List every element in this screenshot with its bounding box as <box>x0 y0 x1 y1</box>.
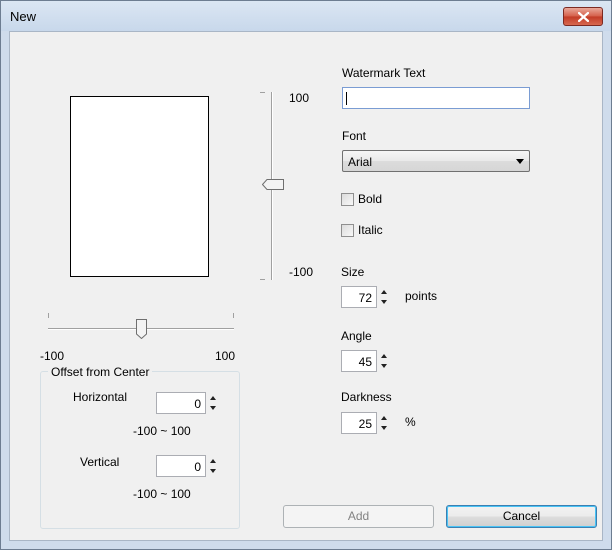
horizontal-slider-max-label: 100 <box>215 349 236 363</box>
spin-down-icon[interactable] <box>381 300 387 304</box>
spin-up-icon[interactable] <box>381 416 387 420</box>
spin-up-icon[interactable] <box>381 290 387 294</box>
size-spinner[interactable] <box>379 286 391 308</box>
italic-label[interactable]: Italic <box>358 223 383 237</box>
horizontal-slider-thumb[interactable] <box>136 319 147 339</box>
horizontal-offset-value: 0 <box>194 397 201 411</box>
horizontal-offset-spinner[interactable] <box>208 392 220 414</box>
horizontal-slider-left-tick <box>48 313 49 318</box>
text-caret <box>346 92 347 105</box>
dialog-window: New 100 -100 -100 100 Offset from Center <box>0 0 612 550</box>
size-input[interactable]: 72 <box>341 286 377 308</box>
bold-label[interactable]: Bold <box>358 192 382 206</box>
watermark-text-label: Watermark Text <box>342 66 426 80</box>
size-unit: points <box>405 289 438 303</box>
italic-checkbox[interactable] <box>341 224 354 237</box>
vertical-slider-top-tick <box>260 92 265 93</box>
font-select-value: Arial <box>348 155 373 169</box>
vertical-slider-min-label: -100 <box>289 265 314 279</box>
offset-group-title: Offset from Center <box>48 365 153 379</box>
title-bar[interactable]: New <box>1 1 611 31</box>
font-select[interactable]: Arial <box>342 150 530 172</box>
angle-label: Angle <box>341 329 372 343</box>
spin-up-icon[interactable] <box>210 396 216 400</box>
horizontal-slider-min-label: -100 <box>40 349 65 363</box>
horizontal-offset-range: -100 ~ 100 <box>133 424 191 438</box>
horizontal-slider-right-tick <box>233 313 234 318</box>
angle-input[interactable]: 45 <box>341 350 377 372</box>
vertical-slider-bottom-tick <box>260 279 265 280</box>
dialog-body: 100 -100 -100 100 Offset from Center Hor… <box>9 31 603 541</box>
vertical-offset-value: 0 <box>194 460 201 474</box>
chevron-down-icon <box>516 159 524 164</box>
darkness-label: Darkness <box>341 390 392 404</box>
spin-up-icon[interactable] <box>210 459 216 463</box>
vertical-offset-spinner[interactable] <box>208 455 220 477</box>
cancel-button[interactable]: Cancel <box>446 505 597 528</box>
angle-value: 45 <box>358 355 372 369</box>
vertical-slider-max-label: 100 <box>289 91 310 105</box>
darkness-spinner[interactable] <box>379 412 391 434</box>
spin-down-icon[interactable] <box>381 426 387 430</box>
vertical-offset-range: -100 ~ 100 <box>133 487 191 501</box>
darkness-input[interactable]: 25 <box>341 412 377 434</box>
close-icon <box>578 12 589 22</box>
darkness-value: 25 <box>358 417 372 431</box>
angle-spinner[interactable] <box>379 350 391 372</box>
spin-down-icon[interactable] <box>381 364 387 368</box>
font-label: Font <box>342 129 367 143</box>
vertical-slider-thumb[interactable] <box>262 179 284 190</box>
window-title: New <box>10 9 37 24</box>
horizontal-offset-label: Horizontal <box>73 390 128 404</box>
watermark-preview <box>70 96 209 277</box>
close-button[interactable] <box>563 7 603 26</box>
spin-up-icon[interactable] <box>381 354 387 358</box>
size-value: 72 <box>358 291 372 305</box>
bold-checkbox[interactable] <box>341 193 354 206</box>
size-label: Size <box>341 265 365 279</box>
darkness-unit: % <box>405 415 416 429</box>
add-button[interactable]: Add <box>283 505 434 528</box>
spin-down-icon[interactable] <box>210 406 216 410</box>
horizontal-offset-input[interactable]: 0 <box>156 392 206 414</box>
watermark-text-input[interactable] <box>342 87 530 109</box>
vertical-offset-label: Vertical <box>80 455 120 469</box>
spin-down-icon[interactable] <box>210 469 216 473</box>
vertical-offset-input[interactable]: 0 <box>156 455 206 477</box>
